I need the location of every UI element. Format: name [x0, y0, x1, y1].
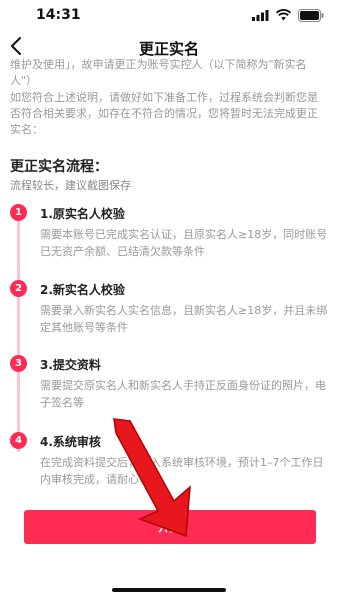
step-title: 2.新实名人校验: [40, 283, 125, 297]
step-description: 在完成资料提交后，进入系统审核环境，预计1–7个工作日内审核完成，请耐心等待: [40, 456, 324, 486]
home-indicator: [112, 588, 226, 592]
start-button[interactable]: 开始: [24, 510, 316, 544]
step-number-badge: 2: [10, 280, 27, 297]
wifi-icon: [276, 9, 291, 21]
battery-icon: [298, 9, 324, 22]
intro-paragraph: 如您符合上述说明，请做好如下准备工作，过程系统会判断您是否符合相关要求，如存在不…: [10, 91, 318, 136]
step-number-badge: 4: [10, 432, 27, 449]
page-title: 更正实名: [138, 40, 199, 58]
intro-continuation-text: 维护及使用」，故申请更正为账号实控人（以下简称为"新实名人"）: [10, 58, 307, 87]
flow-title: 更正实名流程：: [10, 159, 108, 175]
step-number-badge: 1: [10, 204, 27, 221]
step-title: 3.提交资料: [40, 358, 101, 372]
step-title: 4.系统审核: [40, 435, 101, 449]
signal-icon: [252, 10, 269, 21]
step-description: 需要提交原实名人和新实名人手持正反面身份证的照片，电子签名等: [40, 379, 326, 409]
step-number-badge: 3: [10, 355, 27, 372]
step-description: 需要本账号已完成实名认证，且原实名人≥18岁，同时账号已无资产余额、已结清欠款等…: [40, 228, 328, 258]
timeline-line: [17, 212, 20, 452]
step-title: 1.原实名人校验: [40, 207, 125, 221]
step-description: 需要录入新实名人实名信息，且新实名人≥18岁，并且未绑定其他账号等条件: [40, 304, 328, 334]
status-bar: 14:31: [0, 0, 338, 30]
flow-subtitle: 流程较长，建议截图保存: [10, 179, 131, 192]
status-time: 14:31: [36, 7, 81, 23]
